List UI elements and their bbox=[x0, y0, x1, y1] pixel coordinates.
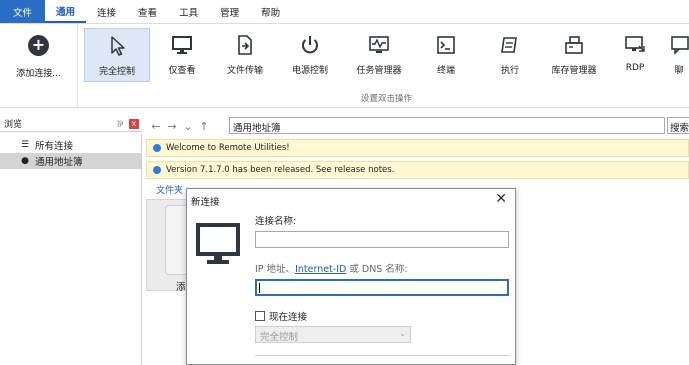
connect-now-label: 现在连接 bbox=[269, 312, 308, 323]
release-notice[interactable]: Version 7.1.7.0 has been released. See r… bbox=[146, 161, 689, 179]
connect-now-checkbox[interactable] bbox=[255, 311, 265, 321]
menu-general[interactable]: 通用 bbox=[45, 0, 87, 23]
inventory-manager-label: 库存管理器 bbox=[551, 66, 597, 76]
content-card-frame bbox=[165, 205, 187, 275]
list-icon: ☰ bbox=[20, 140, 30, 150]
monitor-icon bbox=[172, 36, 192, 54]
add-connection-label: 添加连接... bbox=[16, 69, 61, 79]
terminal-icon bbox=[437, 36, 455, 54]
tree-item-label: 通用地址簿 bbox=[35, 157, 83, 168]
rdp-icon bbox=[625, 36, 645, 52]
rdp-label: RDP bbox=[625, 63, 645, 73]
up-arrow-icon[interactable]: ↑ bbox=[196, 120, 212, 133]
task-manager-button[interactable]: 任务管理器 bbox=[344, 28, 414, 82]
release-notice-text: Version 7.1.7.0 has been released. See r… bbox=[166, 165, 395, 175]
monitor-icon bbox=[196, 223, 240, 264]
browse-panel-title: 浏览 bbox=[4, 120, 23, 130]
chat-label: 聊 bbox=[674, 66, 684, 76]
close-icon[interactable]: ✕ bbox=[495, 191, 507, 207]
plus-circle-icon: + bbox=[28, 35, 49, 56]
menu-bar: 文件 通用 连接 查看 工具 管理 帮助 bbox=[0, 0, 689, 24]
rdp-button[interactable]: RDP bbox=[606, 28, 664, 82]
file-transfer-icon bbox=[238, 35, 252, 55]
close-panel-button[interactable]: x bbox=[129, 118, 139, 129]
tab-folders[interactable]: 文件夹 bbox=[156, 183, 183, 196]
forward-arrow-icon[interactable]: → bbox=[164, 120, 180, 133]
info-icon bbox=[153, 144, 161, 152]
tree-item-label: 所有连接 bbox=[35, 141, 74, 152]
full-control-label: 完全控制 bbox=[98, 67, 135, 77]
connection-mode-select: 完全控制 ⌄ bbox=[255, 326, 411, 343]
task-manager-icon bbox=[369, 36, 389, 53]
power-control-label: 电源控制 bbox=[291, 66, 328, 76]
terminal-label: 终端 bbox=[436, 66, 455, 76]
menu-file[interactable]: 文件 bbox=[0, 0, 46, 23]
app-window: 文件 通用 连接 查看 工具 管理 帮助 + 添加连接... 完全控制 仅查看 … bbox=[0, 0, 689, 365]
menu-manage[interactable]: 管理 bbox=[209, 0, 250, 23]
address-field[interactable] bbox=[255, 279, 509, 296]
menu-view[interactable]: 查看 bbox=[127, 0, 168, 23]
text-caret bbox=[259, 283, 260, 293]
new-connection-dialog: 新连接 ✕ 连接名称: IP 地址、Internet-ID 或 DNS 名称: … bbox=[186, 188, 516, 365]
address-bar-input[interactable]: 通用地址簿 bbox=[229, 117, 665, 134]
chevron-down-icon[interactable]: ⌄ bbox=[180, 120, 196, 133]
connection-name-field[interactable] bbox=[255, 231, 509, 248]
address-label: IP 地址、Internet-ID 或 DNS 名称: bbox=[255, 261, 408, 275]
ribbon: + 添加连接... 完全控制 仅查看 文件传输 电源控制 任务管理器 终端 执行… bbox=[0, 24, 689, 108]
browse-panel: ☰ 所有连接 ● 通用地址簿 bbox=[0, 133, 142, 365]
menu-tools[interactable]: 工具 bbox=[168, 0, 209, 23]
execute-icon bbox=[501, 37, 517, 53]
addressbook-dot-icon: ● bbox=[21, 156, 29, 166]
connect-now-row[interactable]: 现在连接 bbox=[255, 309, 307, 323]
ribbon-group-label: 设置双击操作 bbox=[360, 94, 412, 104]
file-transfer-button[interactable]: 文件传输 bbox=[214, 28, 276, 82]
welcome-notice: Welcome to Remote Utilities! bbox=[146, 139, 689, 157]
tree-item-all-connections[interactable]: ☰ 所有连接 bbox=[0, 137, 141, 153]
address-row: ← → ⌄ ↑ 通用地址簿 搜索 bbox=[142, 116, 689, 136]
address-label-suffix: 或 DNS 名称: bbox=[346, 264, 408, 275]
inventory-icon bbox=[565, 36, 583, 54]
back-arrow-icon[interactable]: ← bbox=[148, 120, 164, 133]
menu-help[interactable]: 帮助 bbox=[250, 0, 291, 23]
view-only-button[interactable]: 仅查看 bbox=[150, 28, 214, 82]
search-input[interactable]: 搜索 bbox=[667, 117, 689, 134]
execute-button[interactable]: 执行 bbox=[478, 28, 542, 82]
terminal-button[interactable]: 终端 bbox=[414, 28, 478, 82]
connection-mode-value: 完全控制 bbox=[260, 332, 299, 343]
pin-icon[interactable]: ⅌ bbox=[117, 117, 127, 130]
internet-id-link[interactable]: Internet-ID bbox=[295, 264, 346, 275]
power-icon bbox=[302, 36, 318, 54]
full-control-button[interactable]: 完全控制 bbox=[84, 28, 150, 82]
chat-icon bbox=[671, 36, 689, 55]
power-control-button[interactable]: 电源控制 bbox=[276, 28, 344, 82]
task-manager-label: 任务管理器 bbox=[356, 66, 402, 76]
address-label-prefix: IP 地址、 bbox=[255, 264, 296, 275]
cursor-icon bbox=[111, 36, 125, 56]
dialog-separator bbox=[255, 355, 509, 356]
chat-button[interactable]: 聊 bbox=[664, 28, 689, 82]
ribbon-actions: 完全控制 仅查看 文件传输 电源控制 任务管理器 终端 执行 库存管理器 RDP… bbox=[84, 28, 689, 82]
menu-connection[interactable]: 连接 bbox=[86, 0, 127, 23]
connection-name-label: 连接名称: bbox=[255, 216, 297, 227]
add-connection-button[interactable]: + 添加连接... bbox=[0, 24, 78, 108]
view-only-label: 仅查看 bbox=[168, 66, 196, 76]
chevron-down-icon: ⌄ bbox=[399, 329, 406, 338]
browse-panel-header: 浏览 ⅌ x bbox=[0, 116, 142, 132]
file-transfer-label: 文件传输 bbox=[226, 66, 263, 76]
info-icon bbox=[153, 166, 161, 174]
execute-label: 执行 bbox=[500, 66, 519, 76]
inventory-manager-button[interactable]: 库存管理器 bbox=[542, 28, 606, 82]
tree-item-general-addressbook[interactable]: ● 通用地址簿 bbox=[0, 153, 141, 169]
dialog-title: 新连接 bbox=[191, 197, 220, 208]
content-card-label: 添 bbox=[176, 282, 186, 293]
welcome-notice-text: Welcome to Remote Utilities! bbox=[166, 143, 290, 153]
